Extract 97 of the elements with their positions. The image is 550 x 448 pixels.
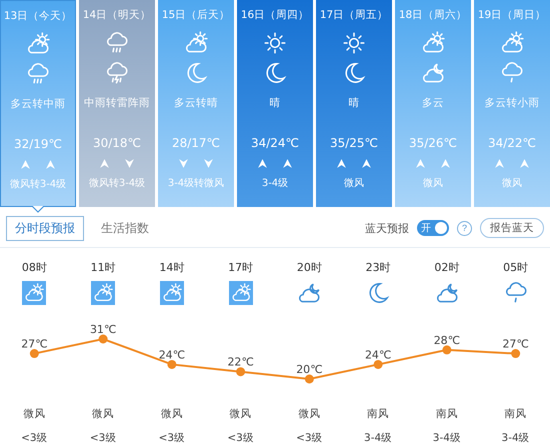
- wind-label: 微风: [92, 407, 114, 421]
- hour-label: 02时: [434, 260, 460, 275]
- wind-level: 3-4级: [502, 431, 530, 445]
- wind-level: 微风: [344, 177, 364, 190]
- up-arrow-icon: [415, 158, 426, 169]
- up-arrow-icon: [257, 158, 268, 169]
- day-date: 19日（周日）: [478, 8, 546, 22]
- temperature-range: 30/18℃: [92, 136, 142, 150]
- day-card[interactable]: 15日（后天） 多云转晴 28/17℃ 3-4级转微风: [158, 0, 234, 207]
- data-point: [374, 360, 383, 369]
- day-date: 15日（后天）: [162, 8, 230, 22]
- sun-icon: [262, 30, 288, 56]
- wind-level: 微风转3-4级: [88, 177, 146, 190]
- temperature-range: 34/22℃: [488, 136, 536, 150]
- wind-label: 微风: [23, 407, 46, 421]
- temperature-label: 24℃: [364, 348, 392, 362]
- pointer-icon: [32, 206, 44, 213]
- hour-label: 17时: [228, 260, 254, 275]
- data-point: [236, 367, 246, 376]
- temperature-label: 28℃: [434, 334, 460, 347]
- temperature-label: 31℃: [90, 323, 116, 336]
- wind-level: 微风: [423, 177, 443, 190]
- weather-description: 中雨转雷阵雨: [84, 96, 150, 111]
- wind-level: <3级: [90, 431, 116, 445]
- day-date: 17日（周五）: [320, 8, 388, 22]
- wind-level: <3级: [21, 431, 48, 445]
- forecast-switch-label: 蓝天预报: [365, 220, 409, 236]
- data-point: [304, 374, 314, 384]
- wind-label: 微风: [230, 407, 252, 421]
- data-point: [442, 345, 452, 354]
- hour-label: 11时: [90, 260, 116, 275]
- hour-label: 14时: [159, 260, 184, 275]
- temperature-range: 35/26℃: [408, 136, 458, 150]
- storm-cloud-icon: [104, 60, 130, 86]
- wind-level: 3-4级转微风: [168, 177, 224, 190]
- wind-level: 微风: [502, 177, 522, 190]
- temperature-range: 28/17℃: [172, 136, 220, 150]
- temperature-range: 32/19℃: [14, 137, 62, 151]
- temperature-range: 35/25℃: [330, 136, 378, 150]
- up-arrow-icon: [336, 158, 347, 169]
- day-date: 13日（今天）: [4, 9, 72, 23]
- hour-label: 23时: [366, 260, 391, 275]
- hour-label: 20时: [296, 260, 322, 275]
- hour-label: 08时: [22, 260, 47, 275]
- data-point: [511, 349, 520, 358]
- day-card[interactable]: 16日（周四） 晴 34/24℃ 3-4级: [237, 0, 313, 207]
- day-card[interactable]: 18日（周六） 多云 35/26℃ 微风: [395, 0, 471, 207]
- temperature-label: 24℃: [158, 348, 186, 362]
- data-point: [30, 349, 39, 358]
- down-arrow-icon: [178, 158, 189, 169]
- hour-label: 05时: [503, 260, 528, 275]
- temperature-label: 27℃: [21, 338, 48, 351]
- up-arrow-icon: [361, 158, 372, 169]
- down-arrow-icon: [124, 158, 135, 169]
- wind-label: 微风: [298, 407, 320, 421]
- help-button[interactable]: ?: [457, 220, 472, 236]
- wind-label: 南风: [367, 407, 390, 421]
- weather-description: 多云转小雨: [484, 96, 540, 111]
- data-point: [167, 360, 176, 369]
- temperature-label: 27℃: [502, 338, 529, 351]
- up-arrow-icon: [494, 158, 505, 169]
- report-button[interactable]: 报告蓝天: [480, 218, 544, 238]
- up-arrow-icon: [99, 158, 110, 169]
- wind-level: 微风转3-4级: [10, 178, 66, 191]
- sun-icon: [341, 30, 367, 56]
- temperature-range: 34/24℃: [250, 136, 300, 150]
- wind-level: <3级: [227, 431, 254, 445]
- up-arrow-icon: [45, 159, 56, 170]
- up-arrow-icon: [519, 158, 530, 169]
- weather-description: 晴: [270, 96, 280, 111]
- down-arrow-icon: [203, 158, 214, 169]
- day-card[interactable]: 17日（周五） 晴 35/25℃ 微风: [316, 0, 392, 207]
- wind-level: <3级: [158, 431, 186, 445]
- day-card[interactable]: 19日（周日） 多云转小雨 34/22℃ 微风: [474, 0, 550, 207]
- day-date: 16日（周四）: [240, 8, 310, 22]
- day-date: 14日（明天）: [82, 8, 152, 22]
- up-arrow-icon: [20, 159, 31, 170]
- wind-label: 南风: [436, 407, 458, 421]
- wind-label: 微风: [160, 407, 183, 421]
- temperature-label: 22℃: [227, 356, 254, 369]
- up-arrow-icon: [440, 158, 451, 169]
- weather-description: 多云转中雨: [10, 97, 66, 112]
- wind-level: 3-4级: [364, 431, 392, 445]
- tab[interactable]: 分时段预报: [6, 216, 84, 240]
- toggle-switch[interactable]: 开: [417, 220, 449, 236]
- wind-level: 3-4级: [432, 431, 461, 445]
- data-point: [98, 334, 108, 344]
- day-date: 18日（周六）: [398, 8, 468, 22]
- wind-level: <3级: [296, 431, 323, 445]
- weather-description: 晴: [348, 96, 360, 111]
- weather-description: 多云转晴: [174, 96, 218, 111]
- temperature-label: 20℃: [296, 363, 323, 376]
- day-card[interactable]: 14日（明天） 中雨转雷阵雨 30/18℃ 微风转3-4级: [79, 0, 155, 207]
- wind-label: 南风: [504, 407, 527, 421]
- wind-level: 3-4级: [262, 177, 288, 190]
- weather-description: 多云: [422, 96, 444, 111]
- up-arrow-icon: [282, 158, 293, 169]
